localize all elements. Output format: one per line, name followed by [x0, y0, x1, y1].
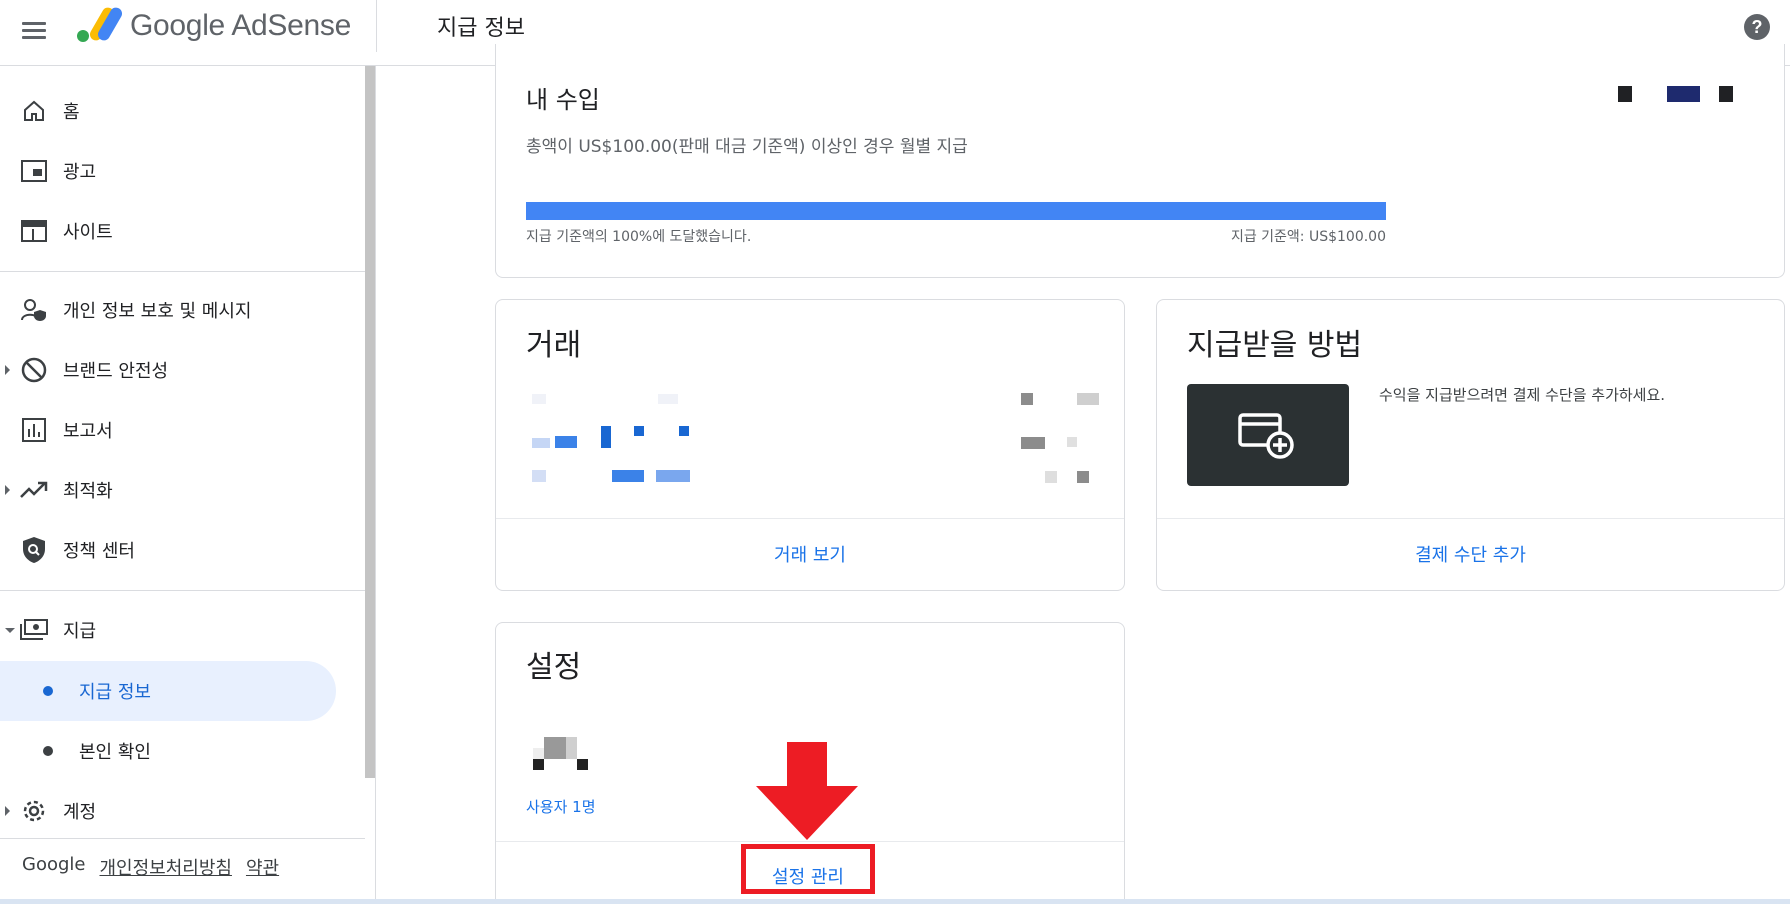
- redacted-pixel: [658, 394, 678, 404]
- sidebar-subitem-label: 본인 확인: [79, 742, 151, 763]
- users-count-link[interactable]: 사용자 1명: [526, 796, 596, 817]
- card-divider: [496, 518, 1124, 519]
- brand-name: Google AdSense: [130, 9, 351, 42]
- sidebar-item-home[interactable]: 홈: [0, 83, 360, 139]
- window-bottom-edge: [0, 899, 1790, 904]
- trending-up-icon: [20, 476, 48, 504]
- ads-icon: [20, 157, 48, 185]
- gear-icon: [20, 797, 48, 825]
- redacted-avatar-pixel: [544, 737, 566, 759]
- sidebar-item-label: 개인 정보 보호 및 메시지: [63, 301, 252, 322]
- progress-fill: [526, 202, 1386, 220]
- sidebar-item-label: 계정: [63, 802, 97, 823]
- sidebar-item-label: 최적화: [63, 481, 113, 502]
- sidebar-nav: 홈 광고 사이트 개인 정보 보호 및 메시지 브랜드 안전성 보고서 최적화 …: [0, 66, 376, 904]
- redacted-avatar-pixel: [533, 748, 544, 759]
- redacted-pixel: [1067, 437, 1077, 447]
- caret-down-icon: [5, 627, 15, 633]
- sidebar-item-label: 브랜드 안전성: [63, 361, 169, 382]
- sidebar-item-reports[interactable]: 보고서: [0, 402, 360, 458]
- redacted-pixel: [532, 470, 546, 482]
- sidebar-scrollbar[interactable]: [365, 66, 375, 778]
- google-label: Google: [22, 854, 86, 875]
- sidebar-item-optimization[interactable]: 최적화: [0, 462, 360, 518]
- payment-method-description: 수익을 지급받으려면 결제 수단을 추가하세요.: [1379, 386, 1666, 404]
- caret-right-icon: [5, 485, 10, 495]
- transactions-title: 거래: [526, 328, 582, 363]
- reports-icon: [20, 416, 48, 444]
- sidebar-item-label: 지급: [63, 621, 97, 642]
- payments-icon: [20, 616, 48, 644]
- page-title: 지급 정보: [437, 16, 525, 41]
- earnings-description: 총액이 US$100.00(판매 대금 기준액) 이상인 경우 월별 지급: [526, 137, 968, 157]
- redacted-pixel: [601, 426, 611, 448]
- caret-right-icon: [5, 806, 10, 816]
- card-divider: [1157, 518, 1784, 519]
- caret-right-icon: [5, 365, 10, 375]
- bullet-dot: [43, 746, 53, 756]
- terms-link[interactable]: 약관: [246, 854, 279, 880]
- redacted-pixel: [1021, 437, 1045, 449]
- redacted-pixel: [656, 470, 690, 482]
- redacted-avatar-pixel: [577, 759, 588, 770]
- sidebar-item-policy-center[interactable]: 정책 센터: [0, 522, 360, 578]
- redacted-pixel: [1077, 393, 1099, 405]
- payment-method-title: 지급받을 방법: [1187, 328, 1363, 363]
- bullet-dot: [43, 686, 53, 696]
- add-card-icon: [1238, 413, 1294, 459]
- redacted-block: [1618, 86, 1632, 102]
- add-payment-tile[interactable]: [1187, 384, 1349, 486]
- menu-icon[interactable]: [22, 18, 48, 44]
- sidebar-divider: [0, 838, 365, 839]
- sidebar-divider: [0, 271, 365, 272]
- sidebar-subitem-verification[interactable]: 본인 확인: [0, 721, 336, 781]
- help-icon[interactable]: ?: [1744, 14, 1770, 40]
- add-payment-method-link[interactable]: 결제 수단 추가: [1156, 541, 1785, 567]
- redacted-pixel: [1077, 471, 1089, 483]
- redacted-avatar-pixel: [533, 759, 544, 770]
- settings-title: 설정: [526, 650, 582, 685]
- sidebar-item-ads[interactable]: 광고: [0, 143, 360, 199]
- red-highlight-box: [741, 844, 875, 894]
- sidebar-item-label: 홈: [63, 102, 80, 123]
- redacted-pixel: [1021, 393, 1033, 405]
- sidebar-item-label: 정책 센터: [63, 541, 135, 562]
- sidebar-item-label: 사이트: [63, 222, 113, 243]
- redacted-pixel: [555, 436, 577, 448]
- redacted-pixel: [532, 438, 550, 448]
- earnings-title: 내 수입: [526, 86, 600, 114]
- sidebar-item-account[interactable]: 계정: [0, 783, 360, 839]
- policy-shield-icon: [20, 536, 48, 564]
- privacy-policy-link[interactable]: 개인정보처리방침: [99, 854, 231, 880]
- sidebar-item-privacy-messaging[interactable]: 개인 정보 보호 및 메시지: [0, 282, 360, 338]
- adsense-logo: [77, 7, 122, 42]
- sidebar-item-label: 보고서: [63, 421, 113, 442]
- sidebar-footer: Google 개인정보처리방침 약관: [22, 854, 279, 880]
- sidebar-item-payments[interactable]: 지급: [0, 602, 360, 658]
- progress-text: 지급 기준액의 100%에 도달했습니다.: [526, 229, 752, 245]
- sidebar-item-sites[interactable]: 사이트: [0, 203, 360, 259]
- threshold-text: 지급 기준액: US$100.00: [1230, 229, 1386, 245]
- redacted-pixel: [1045, 471, 1057, 483]
- redacted-avatar-pixel: [566, 737, 577, 759]
- sidebar-item-brand-safety[interactable]: 브랜드 안전성: [0, 342, 360, 398]
- header-divider: [376, 0, 377, 52]
- red-down-arrow-annotation: [756, 742, 858, 840]
- sidebar-subitem-label: 지급 정보: [79, 682, 151, 703]
- redacted-pixel: [634, 426, 644, 436]
- sidebar-divider: [0, 590, 365, 591]
- home-icon: [20, 97, 48, 125]
- redacted-block: [1719, 86, 1733, 102]
- redacted-block: [1667, 86, 1700, 102]
- sidebar-item-label: 광고: [63, 162, 97, 183]
- sidebar-subitem-payment-info[interactable]: 지급 정보: [0, 661, 336, 721]
- view-transactions-link[interactable]: 거래 보기: [495, 541, 1125, 567]
- privacy-messaging-icon: [20, 296, 48, 324]
- threshold-progress-bar: [526, 202, 1386, 220]
- block-icon: [20, 356, 48, 384]
- redacted-pixel: [612, 470, 644, 482]
- sites-icon: [20, 217, 48, 245]
- redacted-pixel: [532, 394, 546, 404]
- redacted-pixel: [679, 426, 689, 436]
